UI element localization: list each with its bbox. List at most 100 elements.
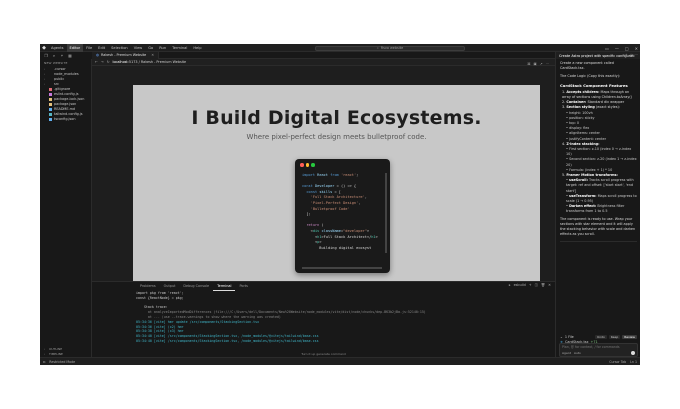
activity-bar: ❐ ⌕ ⑂ ▦ — [40, 52, 80, 59]
menu-items: Agents Editor File Edit Selection View Go Run Te… — [48, 44, 205, 52]
code-token: > — [366, 228, 370, 233]
chat-more-icon[interactable]: ⋯ — [635, 53, 638, 57]
url-rest: :5173 / Rakesh - Premium Website — [127, 60, 187, 64]
menu-item[interactable]: File — [83, 44, 95, 52]
point-number: 2. — [562, 100, 566, 105]
file-icon — [49, 88, 52, 91]
undo-button[interactable]: Undo — [595, 334, 607, 339]
file-icon — [49, 118, 52, 121]
code-token: Building digital ecosyst — [302, 245, 372, 250]
code-token: , — [364, 195, 367, 200]
more-icon[interactable]: ⋯ — [546, 62, 549, 66]
menu-item[interactable]: View — [131, 44, 146, 52]
code-token: ( — [321, 223, 324, 228]
reload-icon[interactable]: ↻ — [107, 60, 110, 64]
feature-points: 1. Accepts children: Maps through an arr… — [560, 90, 637, 215]
close-tab-icon[interactable]: ✕ — [151, 53, 154, 57]
search-sidebar-icon[interactable]: ⌕ — [51, 53, 57, 59]
shell-label[interactable]: esbuild — [514, 283, 526, 287]
layout-icon[interactable]: ▭ — [605, 46, 609, 51]
command-search-input[interactable]: ⌕ Rsvo website — [315, 45, 465, 51]
menu-item[interactable]: Agents — [48, 44, 67, 52]
devtools-icon[interactable]: ⌘ — [527, 62, 530, 66]
menu-item[interactable]: Edit — [95, 44, 108, 52]
hero-title: I Build Digital Ecosystems. — [191, 107, 482, 129]
status-item[interactable]: Cursor Tab — [609, 358, 626, 365]
card-scrollbar[interactable] — [385, 173, 387, 253]
card-code: import React from 'react'; const Develop… — [302, 173, 378, 251]
maximize-icon[interactable]: □ — [625, 46, 629, 51]
send-button[interactable] — [631, 351, 635, 355]
new-chat-icon[interactable]: + — [625, 53, 628, 57]
tab-terminal[interactable]: Terminal — [213, 282, 236, 291]
review-button[interactable]: Review — [622, 334, 637, 339]
card-scrollbar-horizontal[interactable] — [302, 267, 382, 269]
style-text: top: 0 — [569, 121, 580, 126]
code-token: 'react' — [340, 173, 357, 177]
green-dot-icon — [311, 163, 315, 167]
hero-subtitle: Where pixel-perfect design meets bulletp… — [246, 133, 427, 141]
chevron-down-icon[interactable]: ⌄ — [560, 335, 563, 339]
forward-icon[interactable]: → — [101, 60, 104, 64]
sidebar-bottom: › OUTLINE › TIMELINE — [40, 347, 91, 357]
menu-item[interactable]: Terminal — [169, 44, 190, 52]
tab-ports[interactable]: Ports — [235, 282, 252, 290]
style-text: height: 100vh — [569, 110, 593, 115]
chat-title: Create Astro project with specific confi… — [559, 53, 635, 58]
point-number: 5. — [562, 173, 566, 178]
minimize-icon[interactable]: — — [615, 46, 619, 51]
back-icon[interactable]: ← — [95, 60, 98, 64]
point-text: (exact styles): — [595, 105, 620, 110]
features-heading: CardStack Component Features — [560, 82, 628, 88]
window-controls: ▭ — □ ✕ — [605, 44, 638, 52]
code-token: = () => { — [336, 184, 357, 189]
tab-problems[interactable]: Problems — [136, 282, 160, 290]
folder-icon — [49, 68, 52, 71]
feature-point: 1. Accepts children: Maps through an arr… — [560, 90, 637, 100]
menu-item[interactable]: Go — [145, 44, 156, 52]
history-icon[interactable]: ◷ — [630, 53, 633, 57]
add-terminal-icon[interactable]: + — [529, 283, 532, 287]
extensions-icon[interactable]: ▦ — [67, 53, 73, 59]
code-token: skills — [319, 189, 335, 194]
trash-icon[interactable]: 🗑 — [541, 283, 545, 287]
style-text: position: sticky — [569, 115, 595, 120]
code-token: from — [330, 173, 341, 177]
status-item[interactable]: Ln 1 — [630, 358, 637, 365]
menu-item[interactable]: Editor — [66, 44, 84, 52]
file-item[interactable]: tsconfig.json — [40, 117, 91, 122]
keep-button[interactable]: Keep — [608, 334, 621, 339]
source-control-icon[interactable]: ⑂ — [59, 53, 65, 59]
tab-output[interactable]: Output — [160, 282, 180, 290]
open-external-icon[interactable]: ↗ — [540, 62, 543, 66]
chat-input[interactable]: Plan, @ for context, / for commands Agen… — [559, 343, 638, 357]
tab-preview[interactable]: ◍ Rakesh - Premium Website ✕ — [92, 51, 160, 59]
point-text: Standard div wrapper — [587, 100, 625, 105]
style-text: justifyContent: center — [569, 136, 606, 141]
menu-item[interactable]: Run — [156, 44, 169, 52]
terminal-line: 05:34:40 [vite] /src/components/Stacking… — [136, 338, 319, 343]
agent-mode-selector[interactable]: Agent — [562, 351, 571, 355]
screenshot-icon[interactable]: ▣ — [534, 62, 537, 66]
terminal-output[interactable]: import pkg from 'react'; const {ReactNode… — [136, 291, 426, 344]
remote-icon[interactable]: ⧉ — [43, 360, 45, 364]
url-field[interactable]: localhost:5173 / Rakesh - Premium Websit… — [113, 60, 187, 64]
red-dot-icon — [300, 163, 304, 167]
menu-item[interactable]: Selection — [108, 44, 131, 52]
motion-item: • useTransform: Maps scroll progress to … — [560, 194, 637, 204]
menu-item[interactable]: Help — [190, 44, 204, 52]
panel-close-icon[interactable]: ✕ — [548, 283, 551, 287]
explorer-header: NEW WEBSITE — [44, 61, 68, 65]
code-token: const — [306, 189, 320, 194]
code-token: Developer — [314, 184, 337, 189]
explorer-icon[interactable]: ❐ — [43, 53, 49, 59]
close-icon[interactable]: ✕ — [635, 46, 638, 51]
chat-input-meta: Agent Auto — [562, 351, 581, 355]
model-selector[interactable]: Auto — [574, 351, 581, 355]
code-token: 'Bulletproof Code' — [310, 206, 350, 211]
split-terminal-icon[interactable]: ◫ — [535, 283, 538, 287]
status-left[interactable]: Restricted Mode — [49, 360, 75, 364]
conclusion-text: The component is ready to use. Wrap your… — [560, 216, 636, 237]
terminal-footer: Turn it up generate command — [301, 352, 346, 356]
tab-debug-console[interactable]: Debug Console — [179, 282, 213, 290]
